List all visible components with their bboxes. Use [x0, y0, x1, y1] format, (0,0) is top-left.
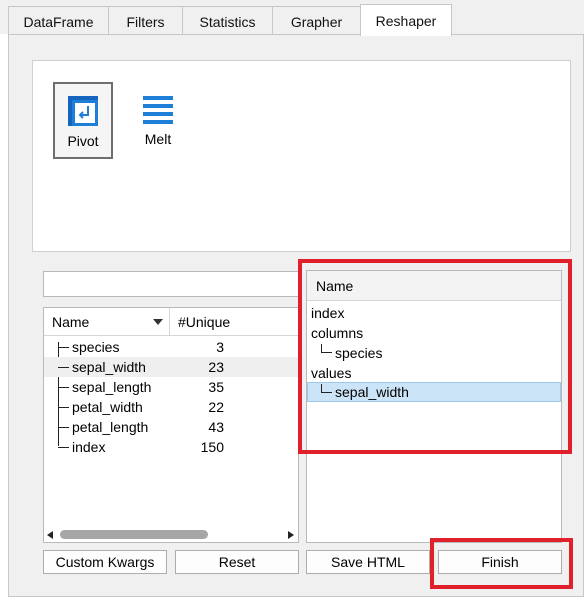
- tab-statistics[interactable]: Statistics: [182, 6, 273, 36]
- tab-bar: DataFrame Filters Statistics Grapher Res…: [0, 0, 584, 36]
- tab-filters[interactable]: Filters: [108, 6, 183, 36]
- tree-item-species[interactable]: species: [335, 343, 382, 363]
- list-item[interactable]: petal_length 43: [44, 417, 298, 437]
- horizontal-scrollbar[interactable]: [44, 527, 298, 542]
- column-unique-count: 43: [208, 419, 224, 435]
- tab-reshaper[interactable]: Reshaper: [360, 4, 452, 36]
- reset-button[interactable]: Reset: [175, 550, 299, 574]
- custom-kwargs-button[interactable]: Custom Kwargs: [43, 550, 167, 574]
- tab-grapher[interactable]: Grapher: [272, 6, 361, 36]
- pivot-method-button[interactable]: Pivot: [53, 82, 113, 159]
- tree-name-header[interactable]: Name: [307, 271, 561, 301]
- column-name: species: [72, 339, 120, 355]
- name-header-label: Name: [52, 313, 90, 330]
- melt-label: Melt: [144, 131, 172, 147]
- name-column-header[interactable]: Name: [44, 308, 170, 336]
- unique-column-header[interactable]: #Unique: [170, 308, 298, 336]
- list-item[interactable]: petal_width 22: [44, 397, 298, 417]
- tree-header-label: Name: [316, 277, 354, 294]
- tree-line: [321, 344, 322, 352]
- scroll-left-icon[interactable]: [47, 531, 53, 539]
- column-name: index: [72, 439, 106, 455]
- list-item[interactable]: index 150: [44, 437, 298, 457]
- pivot-icon: [68, 96, 98, 126]
- column-unique-count: 23: [208, 359, 224, 375]
- tree-line: [321, 384, 322, 392]
- melt-icon: [143, 96, 173, 124]
- tree-item-values[interactable]: values: [311, 363, 351, 383]
- column-name: petal_length: [72, 419, 149, 435]
- list-item[interactable]: sepal_length 35: [44, 377, 298, 397]
- tree-line: [321, 392, 332, 393]
- tab-dataframe[interactable]: DataFrame: [8, 6, 109, 36]
- scroll-right-icon[interactable]: [288, 531, 294, 539]
- column-name: sepal_length: [72, 379, 152, 395]
- list-item[interactable]: species 3: [44, 337, 298, 357]
- column-name: petal_width: [72, 399, 143, 415]
- column-name: sepal_width: [72, 359, 146, 375]
- pivot-config-tree: Name index columns species values sepal_…: [306, 270, 562, 543]
- column-unique-count: 150: [200, 439, 224, 455]
- scroll-thumb[interactable]: [60, 530, 208, 539]
- tree-item-index[interactable]: index: [311, 303, 344, 323]
- tree-item-sepal-width-label: sepal_width: [335, 384, 409, 400]
- columns-list: Name #Unique species 3 sepal_width 23 se…: [43, 307, 299, 543]
- column-unique-count: 3: [216, 339, 224, 355]
- pivot-label: Pivot: [67, 133, 99, 149]
- tree-line: [321, 352, 332, 353]
- unique-header-label: #Unique: [178, 313, 231, 330]
- column-unique-count: 22: [208, 399, 224, 415]
- save-html-button[interactable]: Save HTML: [306, 550, 430, 574]
- finish-button[interactable]: Finish: [438, 550, 562, 574]
- list-item[interactable]: sepal_width 23: [44, 357, 298, 377]
- tree-item-columns[interactable]: columns: [311, 323, 363, 343]
- reshape-methods: Pivot Melt: [32, 60, 571, 252]
- column-unique-count: 35: [208, 379, 224, 395]
- sort-down-icon: [153, 319, 163, 325]
- search-input[interactable]: [43, 271, 299, 297]
- melt-method-button[interactable]: Melt: [130, 82, 186, 155]
